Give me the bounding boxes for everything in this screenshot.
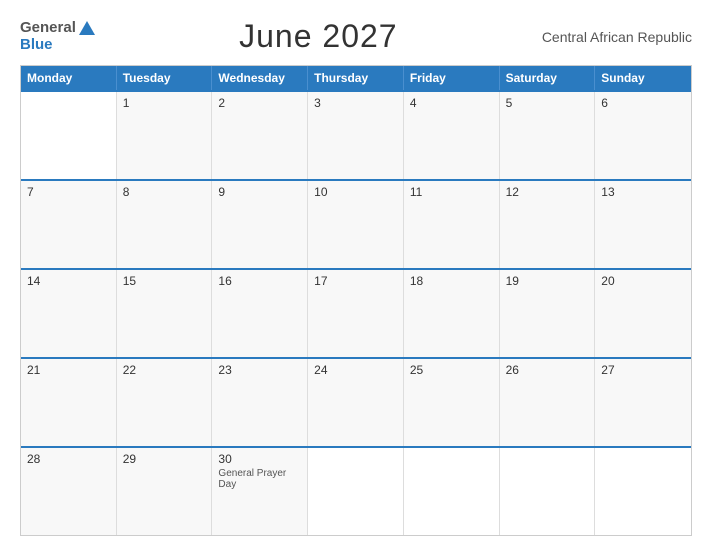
logo-general-text: General: [20, 20, 76, 37]
day-cell: 28: [21, 448, 117, 535]
day-cell: 12: [500, 181, 596, 268]
day-cell: 20: [595, 270, 691, 357]
header-saturday: Saturday: [500, 66, 596, 90]
logo: General Blue: [20, 20, 95, 53]
day-cell: 23: [212, 359, 308, 446]
day-cell: 10: [308, 181, 404, 268]
week-row: 28 29 30 General Prayer Day: [21, 446, 691, 535]
week-row: 7 8 9 10 11 12 13: [21, 179, 691, 268]
day-cell-with-event: 30 General Prayer Day: [212, 448, 308, 535]
day-cell: 19: [500, 270, 596, 357]
day-cell: 18: [404, 270, 500, 357]
day-cell: 5: [500, 92, 596, 179]
day-cell: [21, 92, 117, 179]
country-name: Central African Republic: [542, 29, 692, 45]
day-cell: 22: [117, 359, 213, 446]
day-cell: 17: [308, 270, 404, 357]
calendar: Monday Tuesday Wednesday Thursday Friday…: [20, 65, 692, 536]
header-monday: Monday: [21, 66, 117, 90]
day-cell: 25: [404, 359, 500, 446]
calendar-page: General Blue June 2027 Central African R…: [0, 0, 712, 550]
day-cell: 27: [595, 359, 691, 446]
day-cell: 11: [404, 181, 500, 268]
day-cell: [595, 448, 691, 535]
day-cell: [404, 448, 500, 535]
header-thursday: Thursday: [308, 66, 404, 90]
day-cell: [500, 448, 596, 535]
day-cell: 13: [595, 181, 691, 268]
day-cell: 6: [595, 92, 691, 179]
day-cell: 4: [404, 92, 500, 179]
day-cell: [308, 448, 404, 535]
day-cell: 7: [21, 181, 117, 268]
day-headers: Monday Tuesday Wednesday Thursday Friday…: [21, 66, 691, 90]
logo-triangle-icon: [79, 21, 95, 35]
day-cell: 16: [212, 270, 308, 357]
header: General Blue June 2027 Central African R…: [20, 18, 692, 55]
day-cell: 26: [500, 359, 596, 446]
header-friday: Friday: [404, 66, 500, 90]
header-sunday: Sunday: [595, 66, 691, 90]
day-cell: 8: [117, 181, 213, 268]
day-cell: 24: [308, 359, 404, 446]
day-cell: 3: [308, 92, 404, 179]
week-row: 21 22 23 24 25 26 27: [21, 357, 691, 446]
month-title: June 2027: [239, 18, 397, 55]
week-row: 1 2 3 4 5 6: [21, 90, 691, 179]
day-cell: 14: [21, 270, 117, 357]
logo-blue-text: Blue: [20, 37, 95, 54]
day-cell: 21: [21, 359, 117, 446]
weeks: 1 2 3 4 5 6 7 8 9 10 11 12 13 14 15: [21, 90, 691, 535]
day-cell: 2: [212, 92, 308, 179]
day-cell: 29: [117, 448, 213, 535]
day-cell: 15: [117, 270, 213, 357]
event-label: General Prayer Day: [218, 468, 301, 490]
day-cell: 9: [212, 181, 308, 268]
day-cell: 1: [117, 92, 213, 179]
header-wednesday: Wednesday: [212, 66, 308, 90]
header-tuesday: Tuesday: [117, 66, 213, 90]
week-row: 14 15 16 17 18 19 20: [21, 268, 691, 357]
